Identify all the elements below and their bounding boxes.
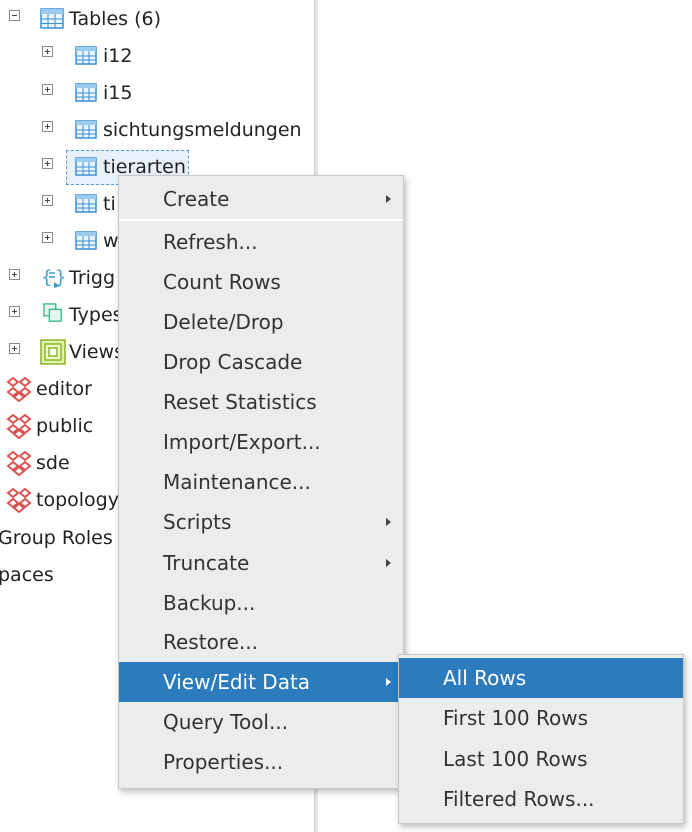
tree-item-table-w[interactable]: w [103,230,119,252]
collapse-toggle-tables[interactable] [9,10,20,21]
tree-item-tablespaces[interactable]: paces [0,564,54,586]
menu-item-maintenance[interactable]: Maintenance... [119,462,403,502]
expand-toggle-table-6[interactable] [42,232,53,243]
expand-toggle-types[interactable] [9,306,20,317]
menu-item-label: Scripts [163,510,232,534]
table-icon [75,194,97,213]
menu-item-view-edit-data[interactable]: View/Edit Data [119,662,403,702]
submenu-item-filtered-rows[interactable]: Filtered Rows... [399,779,683,819]
view-edit-data-submenu: All Rows First 100 Rows Last 100 Rows Fi… [398,654,684,824]
expand-toggle-table-4[interactable] [42,158,53,169]
menu-item-label: Create [163,187,230,211]
tree-item-triggers[interactable]: Trigg [69,267,115,289]
menu-item-label: Drop Cascade [163,350,303,374]
submenu-item-all-rows[interactable]: All Rows [399,658,683,698]
menu-item-label: Delete/Drop [163,310,284,334]
menu-item-label: Count Rows [163,270,281,294]
menu-separator [119,219,403,221]
menu-item-backup[interactable]: Backup... [119,583,403,623]
expand-toggle-triggers[interactable] [9,269,20,280]
menu-item-properties[interactable]: Properties... [119,742,403,782]
menu-item-label: Truncate [163,551,250,575]
tree-item-views[interactable]: Views [69,341,124,363]
submenu-item-last-100-rows[interactable]: Last 100 Rows [399,739,683,779]
expand-toggle-table-1[interactable] [42,46,53,57]
menu-item-label: Restore... [163,630,258,654]
submenu-arrow-icon [386,195,391,203]
submenu-arrow-icon [386,518,391,526]
expand-toggle-table-5[interactable] [42,195,53,206]
menu-item-query-tool[interactable]: Query Tool... [119,702,403,742]
tree-item-types[interactable]: Types [69,304,123,326]
menu-item-label: Import/Export... [163,430,321,454]
table-icon [75,120,97,139]
menu-item-create[interactable]: Create [119,179,403,219]
views-icon [40,339,66,365]
schema-icon [6,487,32,513]
menu-item-scripts[interactable]: Scripts [119,502,403,542]
expand-toggle-views[interactable] [9,343,20,354]
menu-item-label: Backup... [163,591,256,615]
tree-item-table-sichtungsmeldungen[interactable]: sichtungsmeldungen [103,119,302,141]
trigger-functions-icon: { } [41,267,66,288]
menu-item-label: Refresh... [163,230,258,254]
menu-item-label: Filtered Rows... [443,787,595,811]
menu-item-label: Query Tool... [163,710,289,734]
table-icon [75,83,97,102]
schema-icon [6,413,32,439]
menu-item-label: View/Edit Data [163,670,311,694]
menu-item-label: Properties... [163,750,284,774]
menu-item-drop-cascade[interactable]: Drop Cascade [119,342,403,382]
menu-item-refresh[interactable]: Refresh... [119,222,403,262]
tree-item-schema-public[interactable]: public [36,415,93,437]
tree-item-schema-editor[interactable]: editor [36,378,92,400]
menu-item-truncate[interactable]: Truncate [119,543,403,583]
menu-item-label: Reset Statistics [163,390,317,414]
table-icon [75,46,97,65]
submenu-arrow-icon [386,678,391,686]
menu-item-count-rows[interactable]: Count Rows [119,262,403,302]
types-icon [43,303,62,322]
submenu-arrow-icon [386,559,391,567]
tables-label[interactable]: Tables (6) [69,8,161,30]
menu-item-label: First 100 Rows [443,706,588,730]
menu-item-label: Maintenance... [163,470,311,494]
menu-item-restore[interactable]: Restore... [119,622,403,662]
schema-icon [6,376,32,402]
menu-item-label: Last 100 Rows [443,747,588,771]
tree-item-table-i15[interactable]: i15 [103,82,132,104]
schema-icon [6,450,32,476]
tree-item-group-roles[interactable]: Group Roles [0,527,113,549]
menu-item-reset-statistics[interactable]: Reset Statistics [119,382,403,422]
tables-icon [40,8,64,29]
submenu-item-first-100-rows[interactable]: First 100 Rows [399,698,683,738]
context-menu: Create Refresh... Count Rows Delete/Drop… [118,175,404,789]
expand-toggle-table-3[interactable] [42,121,53,132]
menu-item-label: All Rows [443,666,527,690]
tree-item-table-i12[interactable]: i12 [103,45,132,67]
table-icon [75,157,97,176]
table-icon [75,231,97,250]
tree-item-schema-topology[interactable]: topology [36,489,119,511]
tree-item-schema-sde[interactable]: sde [36,452,70,474]
tree-item-table-ti[interactable]: ti [103,193,116,215]
menu-item-import-export[interactable]: Import/Export... [119,422,403,462]
expand-toggle-table-2[interactable] [42,84,53,95]
menu-item-delete-drop[interactable]: Delete/Drop [119,302,403,342]
